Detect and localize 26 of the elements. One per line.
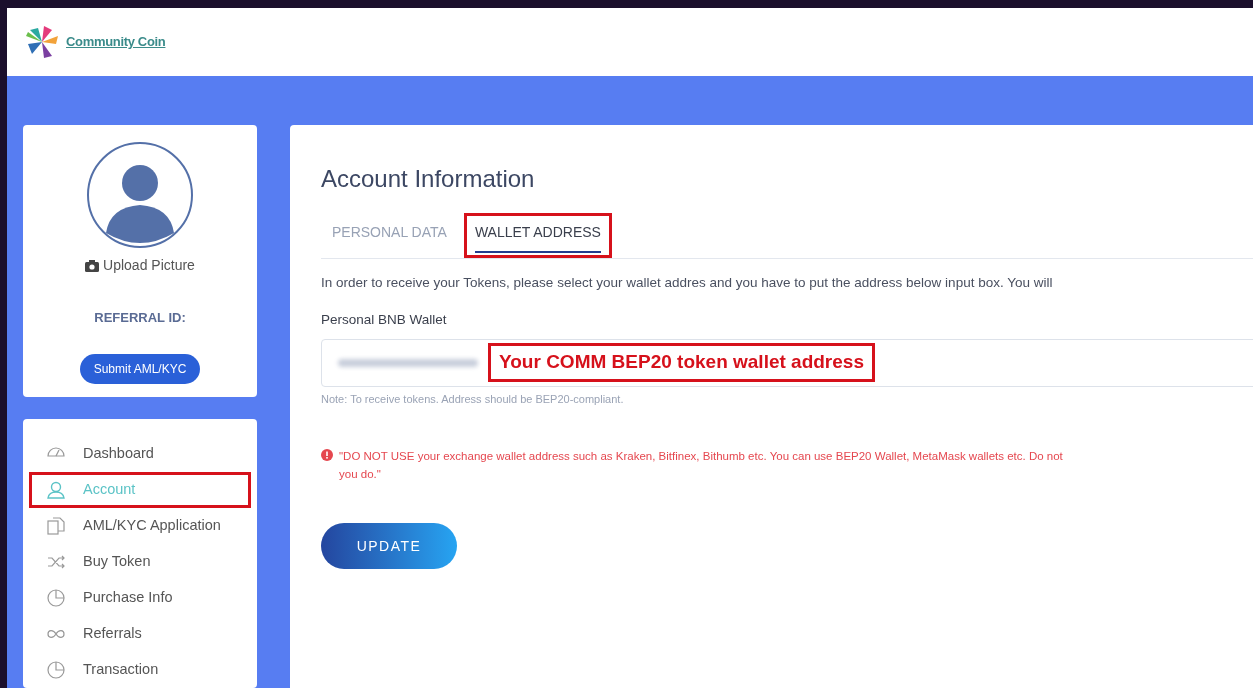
field-note: Note: To receive tokens. Address should be BEP20-compliant.	[321, 391, 625, 407]
tab[interactable]: WALLET ADDRESS	[463, 213, 612, 258]
user-icon	[46, 480, 66, 500]
instruction-text: In order to receive your Tokens, please select your wallet addres and you have to put the address below input box. You will	[321, 274, 1054, 292]
nav-item[interactable]: Transaction	[29, 652, 251, 688]
field-label: Personal BNB Wallet	[321, 311, 448, 330]
page-title: Account Information	[321, 164, 536, 194]
nav-item[interactable]: Dashboard	[29, 436, 251, 472]
nav-item[interactable]: Purchase Info	[29, 580, 251, 616]
submit-kyc-button[interactable]: Submit AML/KYC	[79, 353, 201, 384]
nav-item[interactable]: Referrals	[29, 616, 251, 652]
avatar-silhouette[interactable]	[86, 141, 194, 249]
referral-label: REFERRAL ID:	[94, 309, 186, 327]
pie-chart-icon	[46, 588, 66, 608]
documents-icon	[46, 516, 66, 536]
pie-chart-icon	[46, 660, 66, 680]
annotation-label: Your COMM BEP20 token wallet address	[488, 343, 875, 382]
upload-picture-link[interactable]: Upload Picture	[103, 255, 195, 276]
nav-item[interactable]: Buy Token	[29, 544, 251, 580]
camera-icon	[85, 259, 100, 272]
logo-text[interactable]: Community Coin	[66, 32, 166, 52]
warning-text: "DO NOT USE your exchange wallet address such as Kraken, Bitfinex, Bithumb etc. You can use BEP20 Wallet, MetaMask wallets etc. Do not you do."	[339, 449, 1063, 482]
update-button[interactable]: UPDATE	[321, 523, 457, 569]
nav-item[interactable]: AML/KYC Application	[29, 508, 251, 544]
wallet-input-field[interactable]: Your COMM BEP20 token wallet address	[321, 338, 1253, 387]
alert-icon	[321, 449, 333, 461]
